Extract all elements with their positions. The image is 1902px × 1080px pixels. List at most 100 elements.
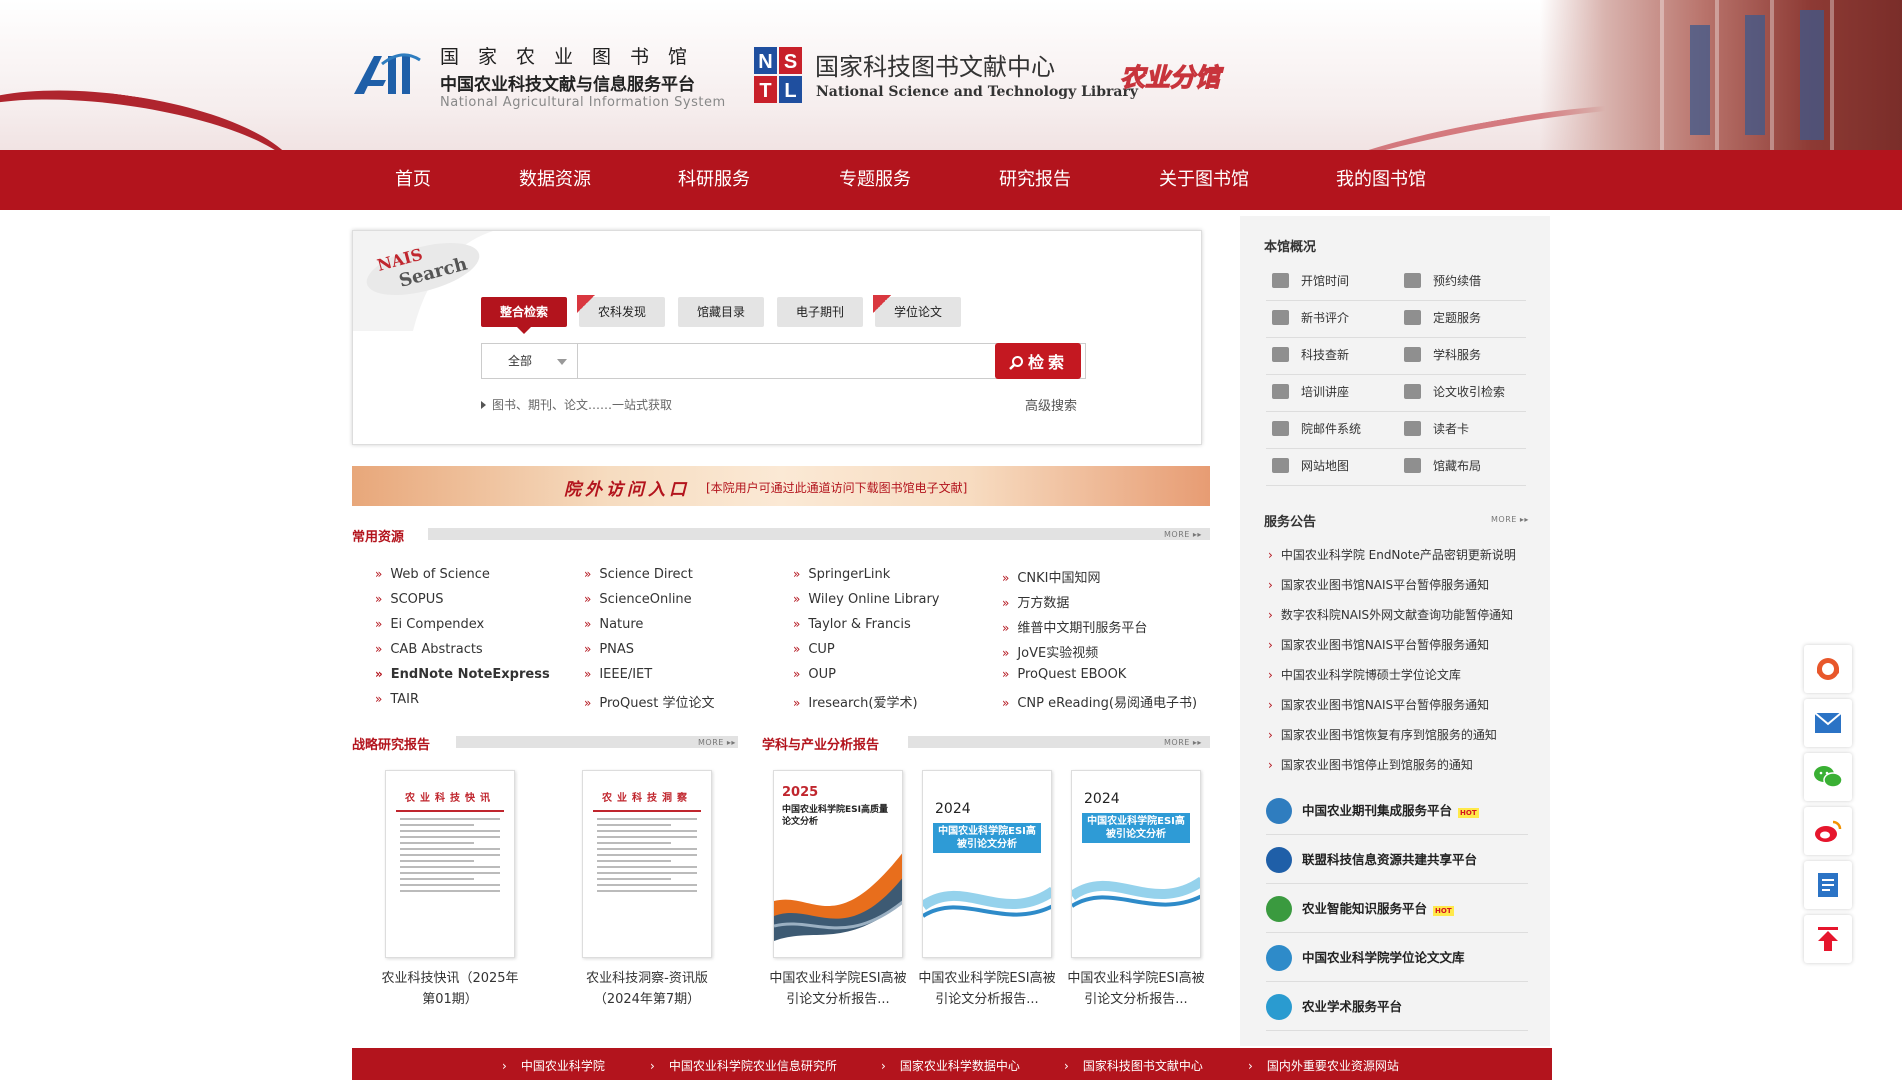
analysis-more-link[interactable]: MORE ▸▸ [1164,738,1202,747]
resource-link[interactable]: ScienceOnline [584,592,691,607]
notice-item[interactable]: 中国农业科学院 EndNote产品密钥更新说明 [1268,546,1516,563]
nav-my-library[interactable]: 我的图书馆 [1336,150,1426,210]
nav-topic-services[interactable]: 专题服务 [839,150,911,210]
resource-link[interactable]: CUP [793,642,834,657]
report-title[interactable]: 中国农业科学院ESI高被引论文分析报告... [912,968,1062,1010]
report-cover[interactable]: 农业科技快讯 [385,770,515,958]
tab-e-journals[interactable]: 电子期刊 [777,297,863,327]
overview-item[interactable]: 新书评介 [1272,300,1402,336]
wechat-button[interactable] [1804,753,1852,801]
tab-library-catalog[interactable]: 馆藏目录 [678,297,764,327]
report-cover[interactable]: 2025 中国农业科学院ESI高质量论文分析 [773,770,903,958]
platform-link-theses[interactable]: 中国农业科学院学位论文文库 [1266,933,1528,982]
report-title[interactable]: 中国农业科学院ESI高被引论文分析报告... [1061,968,1211,1010]
overview-item[interactable]: 院邮件系统 [1272,411,1402,447]
tab-integrated-search[interactable]: 整合检索 [481,297,567,334]
notice-item[interactable]: 国家农业图书馆停止到馆服务的通知 [1268,756,1473,773]
resource-link[interactable]: Science Direct [584,567,692,582]
platform-link-academic[interactable]: 农业学术服务平台 [1266,982,1528,1031]
platform-link-knowledge[interactable]: 农业智能知识服务平台 HOT [1266,884,1528,933]
section-bar [428,528,1210,540]
report-cover[interactable]: 农业科技洞察 [582,770,712,958]
notice-more-link[interactable]: MORE ▸▸ [1491,515,1529,524]
resource-link[interactable]: CNP eReading(易阅通电子书) [1002,692,1197,711]
strategic-more-link[interactable]: MORE ▸▸ [698,738,736,747]
overview-item[interactable]: 预约续借 [1404,263,1534,299]
resource-link[interactable]: SpringerLink [793,567,890,582]
resource-link[interactable]: Taylor & Francis [793,617,910,632]
back-to-top-button[interactable] [1804,915,1852,963]
resource-link[interactable]: OUP [793,667,836,682]
search-button-label: 检索 [1027,353,1068,372]
resources-more-link[interactable]: MORE ▸▸ [1164,530,1202,539]
resource-link[interactable]: JoVE实验视频 [1002,642,1098,661]
footer-link[interactable]: 中国农业科学院 [502,1057,605,1074]
resource-link[interactable]: ProQuest 学位论文 [584,692,714,711]
report-cover[interactable]: 2024 中国农业科学院ESI高被引论文分析 [922,770,1052,958]
overview-item[interactable]: 论文收引检索 [1404,374,1534,410]
training-icon [1272,384,1289,399]
nav-data-resources[interactable]: 数据资源 [519,150,591,210]
wave-graphic-icon [1072,876,1200,908]
notice-item[interactable]: 数字农科院NAIS外网文献查询功能暂停通知 [1268,606,1513,623]
resource-link[interactable]: Web of Science [375,567,490,582]
footer-link[interactable]: 国家科技图书文献中心 [1064,1057,1203,1074]
aii-logo-icon[interactable] [352,50,422,96]
nav-research-reports[interactable]: 研究报告 [999,150,1071,210]
report-title[interactable]: 农业科技洞察-资讯版（2024年第7期） [572,968,722,1010]
email-button[interactable] [1804,699,1852,747]
platform-link-alliance[interactable]: 联盟科技信息资源共建共享平台 [1266,835,1528,884]
overview-item[interactable]: 网站地图 [1272,448,1402,484]
report-title[interactable]: 农业科技快讯（2025年第01期） [375,968,525,1010]
overview-item[interactable]: 培训讲座 [1272,374,1402,410]
resource-link[interactable]: PNAS [584,642,634,657]
notice-item[interactable]: 中国农业科学院博硕士学位论文库 [1268,666,1461,683]
resource-link[interactable]: Wiley Online Library [793,592,939,607]
footer-link[interactable]: 国家农业科学数据中心 [881,1057,1020,1074]
resource-link[interactable]: 维普中文期刊服务平台 [1002,617,1147,636]
footer-link[interactable]: 国内外重要农业资源网站 [1248,1057,1399,1074]
overview-item[interactable]: 开馆时间 [1272,263,1402,299]
site-header: 国家农业图书馆 中国农业科技文献与信息服务平台 National Agricul… [0,0,1902,150]
report-title[interactable]: 中国农业科学院ESI高被引论文分析报告... [763,968,913,1010]
search-button[interactable]: 检索 [995,343,1081,379]
resource-link[interactable]: CAB Abstracts [375,642,482,657]
notice-item[interactable]: 国家农业图书馆NAIS平台暂停服务通知 [1268,576,1489,593]
advanced-search-link[interactable]: 高级搜索 [1025,395,1077,414]
customer-service-button[interactable] [1804,645,1852,693]
nav-home[interactable]: 首页 [395,150,431,210]
overview-item[interactable]: 学科服务 [1404,337,1534,373]
org-english-name: National Agricultural Information System [440,95,726,110]
tab-agri-discovery[interactable]: 农科发现 [577,295,665,327]
resource-link[interactable]: TAIR [375,692,419,707]
resource-link[interactable]: Nature [584,617,643,632]
weibo-button[interactable] [1804,807,1852,855]
resource-link[interactable]: EndNote NoteExpress [375,667,550,682]
resource-link[interactable]: ProQuest EBOOK [1002,667,1126,682]
footer-link[interactable]: 中国农业科学院农业信息研究所 [650,1057,837,1074]
platform-link-journals[interactable]: 中国农业期刊集成服务平台 HOT [1266,786,1528,835]
feedback-button[interactable] [1804,861,1852,909]
notice-item[interactable]: 国家农业图书馆NAIS平台暂停服务通知 [1268,636,1489,653]
resource-link[interactable]: CNKI中国知网 [1002,567,1100,586]
offsite-access-banner[interactable]: 院外访问入口 [本院用户可通过此通道访问下载图书馆电子文献] [352,466,1210,506]
nav-about-library[interactable]: 关于图书馆 [1159,150,1249,210]
nstl-logo-icon[interactable]: N S T L [754,47,802,103]
resource-link[interactable]: IEEE/IET [584,667,652,682]
notice-item[interactable]: 国家农业图书馆恢复有序到馆服务的通知 [1268,726,1497,743]
search-scope-select[interactable]: 全部 [482,344,578,378]
report-cover[interactable]: 2024 中国农业科学院ESI高被引论文分析 [1071,770,1201,958]
resource-link[interactable]: Iresearch(爱学术) [793,692,917,711]
notice-item[interactable]: 国家农业图书馆NAIS平台暂停服务通知 [1268,696,1489,713]
resource-link[interactable]: 万方数据 [1002,592,1069,611]
overview-item[interactable]: 科技查新 [1272,337,1402,373]
resource-link[interactable]: Ei Compendex [375,617,484,632]
search-hint-text: 图书、期刊、论文……一站式获取 [492,398,673,412]
overview-item[interactable]: 定题服务 [1404,300,1534,336]
overview-item[interactable]: 读者卡 [1404,411,1534,447]
nav-research-services[interactable]: 科研服务 [678,150,750,210]
section-title-strategic: 战略研究报告 [352,738,431,753]
resource-link[interactable]: SCOPUS [375,592,443,607]
overview-item[interactable]: 馆藏布局 [1404,448,1534,484]
tab-dissertations[interactable]: 学位论文 [873,295,961,327]
